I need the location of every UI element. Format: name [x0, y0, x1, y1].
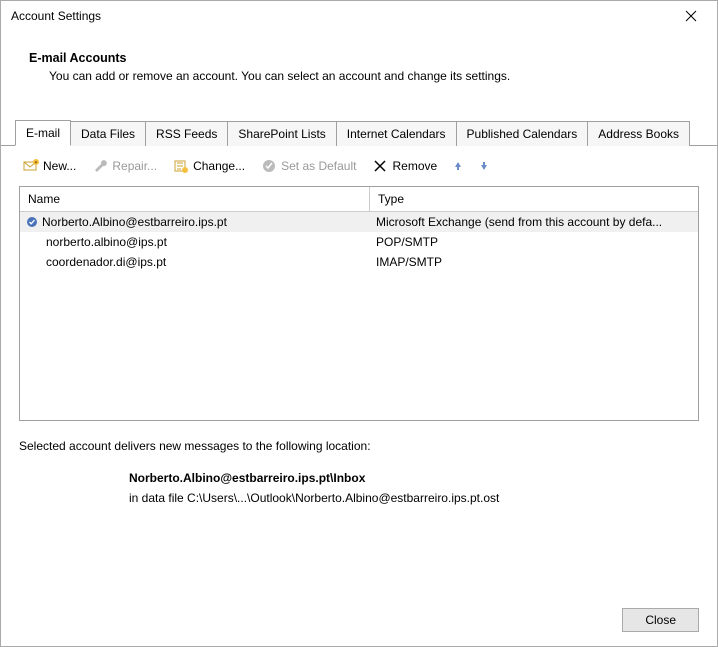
svg-text:✦: ✦ — [34, 160, 38, 166]
table-row[interactable]: Norberto.Albino@estbarreiro.ips.pt Micro… — [20, 212, 698, 232]
new-button[interactable]: ✦ New... — [19, 156, 80, 176]
envelope-new-icon: ✦ — [23, 158, 39, 174]
delivery-info: Selected account delivers new messages t… — [1, 431, 717, 515]
heading-block: E-mail Accounts You can add or remove an… — [1, 31, 717, 93]
heading-title: E-mail Accounts — [29, 51, 701, 65]
tab-rss-feeds[interactable]: RSS Feeds — [145, 121, 228, 146]
remove-button[interactable]: Remove — [368, 156, 441, 176]
tab-email[interactable]: E-mail — [15, 120, 71, 146]
account-type-cell: POP/SMTP — [370, 234, 698, 250]
footer: Close — [1, 594, 717, 646]
check-circle-icon — [261, 158, 277, 174]
close-icon — [685, 10, 697, 22]
arrow-up-icon — [452, 160, 464, 172]
heading-description: You can add or remove an account. You ca… — [29, 69, 701, 83]
change-icon — [173, 158, 189, 174]
remove-icon — [372, 158, 388, 174]
change-button[interactable]: Change... — [169, 156, 249, 176]
table-row[interactable]: coordenador.di@ips.pt IMAP/SMTP — [20, 252, 698, 272]
delivery-path-main: Norberto.Albino@estbarreiro.ips.pt\Inbox — [19, 471, 699, 485]
move-down-button[interactable] — [475, 157, 493, 175]
close-dialog-button[interactable]: Close — [622, 608, 699, 632]
tab-sharepoint-lists[interactable]: SharePoint Lists — [227, 121, 336, 146]
delivery-label: Selected account delivers new messages t… — [19, 439, 699, 453]
tab-internet-calendars[interactable]: Internet Calendars — [336, 121, 457, 146]
set-as-default-button: Set as Default — [257, 156, 360, 176]
account-name-cell: Norberto.Albino@estbarreiro.ips.pt — [20, 214, 370, 230]
close-button[interactable] — [671, 1, 711, 31]
account-settings-dialog: Account Settings E-mail Accounts You can… — [0, 0, 718, 647]
move-up-button[interactable] — [449, 157, 467, 175]
repair-icon — [92, 158, 108, 174]
rows: Norberto.Albino@estbarreiro.ips.pt Micro… — [20, 212, 698, 272]
account-type-cell: Microsoft Exchange (send from this accou… — [370, 214, 698, 230]
toolbar: ✦ New... Repair... Change... Set as Defa… — [1, 146, 717, 186]
delivery-path-sub: in data file C:\Users\...\Outlook\Norber… — [19, 491, 699, 505]
default-account-icon — [26, 216, 38, 228]
accounts-list: Name Type Norberto.Albino@estbarreiro.ip… — [19, 186, 699, 421]
arrow-down-icon — [478, 160, 490, 172]
repair-button: Repair... — [88, 156, 161, 176]
table-row[interactable]: norberto.albino@ips.pt POP/SMTP — [20, 232, 698, 252]
tab-data-files[interactable]: Data Files — [70, 121, 146, 146]
column-type[interactable]: Type — [370, 187, 698, 211]
column-headers: Name Type — [20, 187, 698, 212]
tab-strip: E-mail Data Files RSS Feeds SharePoint L… — [1, 119, 717, 146]
column-name[interactable]: Name — [20, 187, 370, 211]
account-name-cell: coordenador.di@ips.pt — [20, 254, 370, 270]
tab-published-calendars[interactable]: Published Calendars — [456, 121, 589, 146]
title-bar: Account Settings — [1, 1, 717, 31]
account-type-cell: IMAP/SMTP — [370, 254, 698, 270]
tab-address-books[interactable]: Address Books — [587, 121, 690, 146]
window-title: Account Settings — [11, 9, 671, 23]
account-name-cell: norberto.albino@ips.pt — [20, 234, 370, 250]
